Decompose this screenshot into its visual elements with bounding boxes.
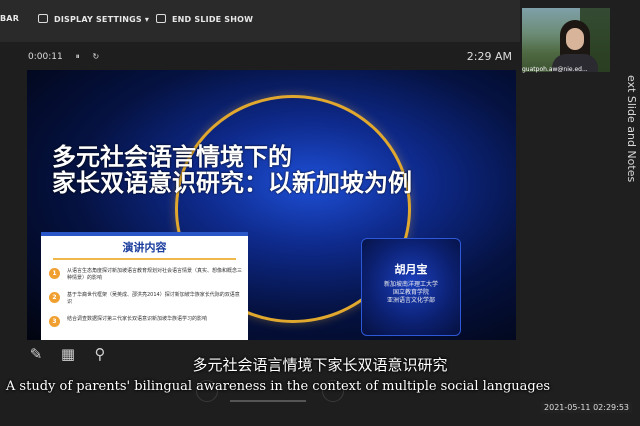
outline-item: 3 结合调查数据探讨第三代家长双语意识新加坡华族语学习的影响 — [49, 316, 244, 327]
next-slide-notes-tab[interactable]: ext Slide and Notes — [625, 75, 640, 185]
end-slide-show-icon — [156, 14, 166, 23]
end-slide-show-label: END SLIDE SHOW — [172, 15, 254, 24]
display-settings-label: DISPLAY SETTINGS ▾ — [54, 15, 150, 24]
outline-item: 2 基于华裔世代框架（吴英成、邵洪亮2014）探讨新加坡华族家长代际的双语意识 — [49, 292, 244, 306]
speaker-name: 胡月宝 — [394, 263, 428, 276]
outline-item-number: 3 — [49, 316, 60, 327]
end-slide-show-button[interactable]: END SLIDE SHOW — [156, 14, 253, 24]
outline-title: 演讲内容 — [122, 241, 167, 254]
outline-item-number: 2 — [49, 292, 60, 303]
webcam-feed — [522, 8, 610, 72]
slide-outline-box: 演讲内容 1 从语言生态角度探讨新加坡语言教育规划对社会语言情景（真实、想像和概… — [41, 232, 248, 340]
speaker-affiliation-line: 亚洲语言文化学部 — [386, 297, 435, 304]
elapsed-time: 0:00:11 — [28, 52, 63, 62]
current-time: 2:29 AM — [466, 50, 512, 63]
outline-item: 1 从语言生态角度探讨新加坡语言教育规划对社会语言情景（真实、想像和概念三种情景… — [49, 268, 244, 282]
next-slide-notes-label: ext Slide and Notes — [625, 75, 638, 183]
display-settings-button[interactable]: DISPLAY SETTINGS ▾ — [38, 14, 149, 24]
presenter-toolbar: BAR DISPLAY SETTINGS ▾ END SLIDE SHOW — [0, 0, 520, 42]
recording-timestamp: 2021-05-11 02:29:53 — [541, 402, 632, 413]
speaker-affiliation-line: 新加坡南洋理工大学 — [383, 281, 438, 288]
current-slide[interactable]: 多元社会语言情境下的 家长双语意识研究：以新加坡为例 演讲内容 1 从语言生态角… — [27, 70, 516, 340]
subtitle-chinese: 多元社会语言情境下家长双语意识研究 — [192, 356, 448, 374]
reset-timer-icon[interactable]: ↻ — [92, 52, 99, 61]
outline-divider — [53, 258, 236, 260]
speaker-card: 胡月宝 新加坡南洋理工大学 国立教育学院 亚洲语言文化学部 — [361, 238, 461, 336]
slide-title-line-2: 家长双语意识研究：以新加坡为例 — [52, 169, 412, 197]
slide-title-line-1: 多元社会语言情境下的 — [52, 143, 292, 171]
subtitle-english: A study of parents' bilingual awareness … — [5, 379, 551, 394]
pause-icon[interactable]: ⏸ — [76, 52, 80, 61]
webcam-participant-name: guatpoh.aw@nie.ed... — [522, 66, 588, 73]
speaker-affiliation: 新加坡南洋理工大学 国立教育学院 亚洲语言文化学部 — [362, 281, 460, 305]
display-settings-icon — [38, 14, 48, 23]
slide-title: 多元社会语言情境下的 家长双语意识研究：以新加坡为例 — [52, 144, 412, 196]
outline-item-text: 从语言生态角度探讨新加坡语言教育规划对社会语言情景（真实、想像和概念三种情景）的… — [67, 268, 243, 281]
speaker-affiliation-line: 国立教育学院 — [392, 289, 429, 296]
slide-progress-track — [230, 400, 306, 402]
toolbar-partial-item[interactable]: BAR — [0, 14, 19, 23]
outline-item-number: 1 — [49, 268, 60, 279]
presenter-face — [566, 28, 584, 50]
outline-item-text: 基于华裔世代框架（吴英成、邵洪亮2014）探讨新加坡华族家长代际的双语意识 — [67, 292, 240, 305]
outline-item-text: 结合调查数据探讨第三代家长双语意识新加坡华族语学习的影响 — [67, 316, 208, 322]
elapsed-timer: 0:00:11 ⏸ ↻ — [28, 52, 99, 62]
